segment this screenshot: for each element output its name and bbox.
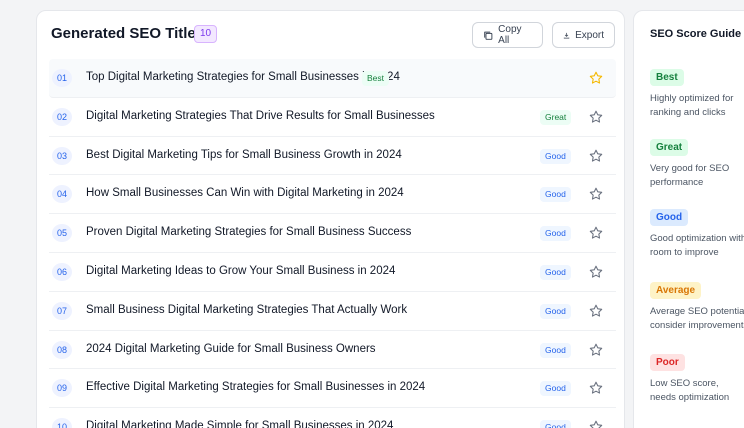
seo-title-text: Effective Digital Marketing Strategies f… — [86, 381, 426, 394]
star-icon[interactable] — [589, 343, 603, 357]
score-badge: Great — [540, 109, 572, 125]
score-badge: Good — [540, 148, 571, 164]
guide-item-poor: Poor Low SEO score, needs optimization — [650, 352, 744, 405]
guide-label: Best — [650, 69, 684, 86]
guide-desc-line: Low SEO score, — [650, 378, 719, 389]
title-row[interactable]: 01 Top Digital Marketing Strategies for S… — [49, 59, 616, 98]
guide-desc-line: Good optimization with — [650, 233, 744, 244]
title-row[interactable]: 02 Digital Marketing Strategies That Driv… — [49, 98, 616, 137]
guide-label: Poor — [650, 354, 685, 371]
title-row[interactable]: 07 Small Business Digital Marketing Strat… — [49, 292, 616, 331]
star-icon[interactable] — [589, 265, 603, 279]
star-icon[interactable] — [589, 304, 603, 318]
guide-desc-line: consider improvements — [650, 320, 744, 331]
row-number: 01 — [52, 69, 72, 87]
export-button[interactable]: Export — [552, 22, 615, 48]
score-badge: Good — [540, 420, 571, 428]
seo-title-text: Best Digital Marketing Tips for Small Bu… — [86, 148, 402, 161]
guide-title: SEO Score Guide — [650, 28, 742, 40]
score-badge: Good — [540, 381, 571, 397]
title-row[interactable]: 05 Proven Digital Marketing Strategies fo… — [49, 214, 616, 253]
guide-description: Very good for SEO performance — [650, 162, 744, 190]
guide-desc-line: Average SEO potential, — [650, 306, 744, 317]
titles-card: Generated SEO Titles 10 Copy All Export … — [36, 10, 625, 428]
row-number: 07 — [52, 301, 72, 320]
title-row[interactable]: 09 Effective Digital Marketing Strategies… — [49, 369, 616, 409]
count-badge: 10 — [194, 25, 218, 43]
score-badge: Good — [540, 187, 571, 203]
star-icon[interactable] — [589, 420, 603, 428]
row-number: 03 — [52, 146, 72, 165]
guide-label: Great — [650, 139, 689, 156]
title-row[interactable]: 10 Digital Marketing Made Simple for Smal… — [49, 408, 616, 428]
seo-title-text: Top Digital Marketing Strategies for Sma… — [86, 71, 400, 83]
score-badge: Good — [540, 303, 571, 319]
guide-description: Good optimization with room to improve — [650, 232, 744, 260]
score-badge: Good — [540, 264, 571, 280]
copy-all-label: Copy All — [498, 24, 522, 46]
guide-item-average: Average Average SEO potential, consider im… — [650, 280, 744, 333]
guide-desc-line: room to improve — [650, 247, 719, 258]
title-row[interactable]: 06 Digital Marketing Ideas to Grow Your S… — [49, 253, 616, 292]
title-row[interactable]: 08 2024 Digital Marketing Guide for Small… — [49, 331, 616, 370]
guide-desc-line: ranking and clicks — [650, 107, 726, 118]
title-list: 01 Top Digital Marketing Strategies for S… — [49, 59, 616, 428]
guide-item-great: Great Very good for SEO performance — [650, 137, 744, 190]
star-icon[interactable] — [589, 381, 603, 395]
star-icon[interactable] — [589, 187, 603, 201]
guide-item-best: Best Highly optimized for ranking and clic… — [650, 67, 744, 120]
guide-description: Low SEO score, needs optimization — [650, 377, 744, 405]
row-number: 05 — [52, 224, 72, 243]
guide-label: Average — [650, 282, 702, 299]
seo-title-text: 2024 Digital Marketing Guide for Small B… — [86, 342, 376, 355]
star-icon[interactable] — [589, 71, 603, 85]
guide-desc-line: Very good for SEO — [650, 163, 730, 174]
title-row[interactable]: 04 How Small Businesses Can Win with Digi… — [49, 175, 616, 215]
download-icon — [563, 32, 570, 39]
seo-title-text: Small Business Digital Marketing Strateg… — [86, 303, 408, 316]
page-title: Generated SEO Titles — [51, 25, 205, 42]
row-number: 02 — [52, 107, 72, 126]
guide-desc-line: Highly optimized for — [650, 93, 734, 104]
seo-title-text: How Small Businesses Can Win with Digita… — [86, 187, 404, 200]
guide-label: Good — [650, 209, 689, 226]
row-number: 10 — [52, 418, 72, 428]
guide-desc-line: performance — [650, 177, 704, 188]
guide-description: Highly optimized for ranking and clicks — [650, 92, 744, 120]
row-number: 06 — [52, 262, 72, 281]
star-icon[interactable] — [589, 226, 603, 240]
score-badge: Best — [362, 71, 390, 86]
seo-title-text: Digital Marketing Ideas to Grow Your Sma… — [86, 264, 396, 277]
row-number: 09 — [52, 379, 72, 398]
seo-title-text: Digital Marketing Made Simple for Small … — [86, 420, 394, 428]
row-number: 04 — [52, 185, 72, 204]
export-label: Export — [575, 29, 604, 41]
score-badge: Good — [540, 226, 571, 242]
seo-score-guide: SEO Score Guide Best Highly optimized for… — [633, 10, 744, 428]
star-icon[interactable] — [589, 110, 603, 124]
star-icon[interactable] — [589, 149, 603, 163]
guide-item-good: Good Good optimization with room to improv… — [650, 207, 744, 260]
score-badge: Good — [540, 342, 571, 358]
row-number: 08 — [52, 340, 72, 359]
seo-title-text: Digital Marketing Strategies That Drive … — [86, 109, 435, 122]
guide-description: Average SEO potential, consider improveme… — [650, 305, 744, 333]
copy-all-button[interactable]: Copy All — [472, 22, 543, 48]
copy-icon — [484, 31, 493, 40]
guide-desc-line: needs optimization — [650, 392, 730, 403]
seo-title-text: Proven Digital Marketing Strategies for … — [86, 226, 412, 239]
title-row[interactable]: 03 Best Digital Marketing Tips for Small … — [49, 137, 616, 176]
card-header: Generated SEO Titles 10 Copy All Export — [37, 11, 624, 59]
